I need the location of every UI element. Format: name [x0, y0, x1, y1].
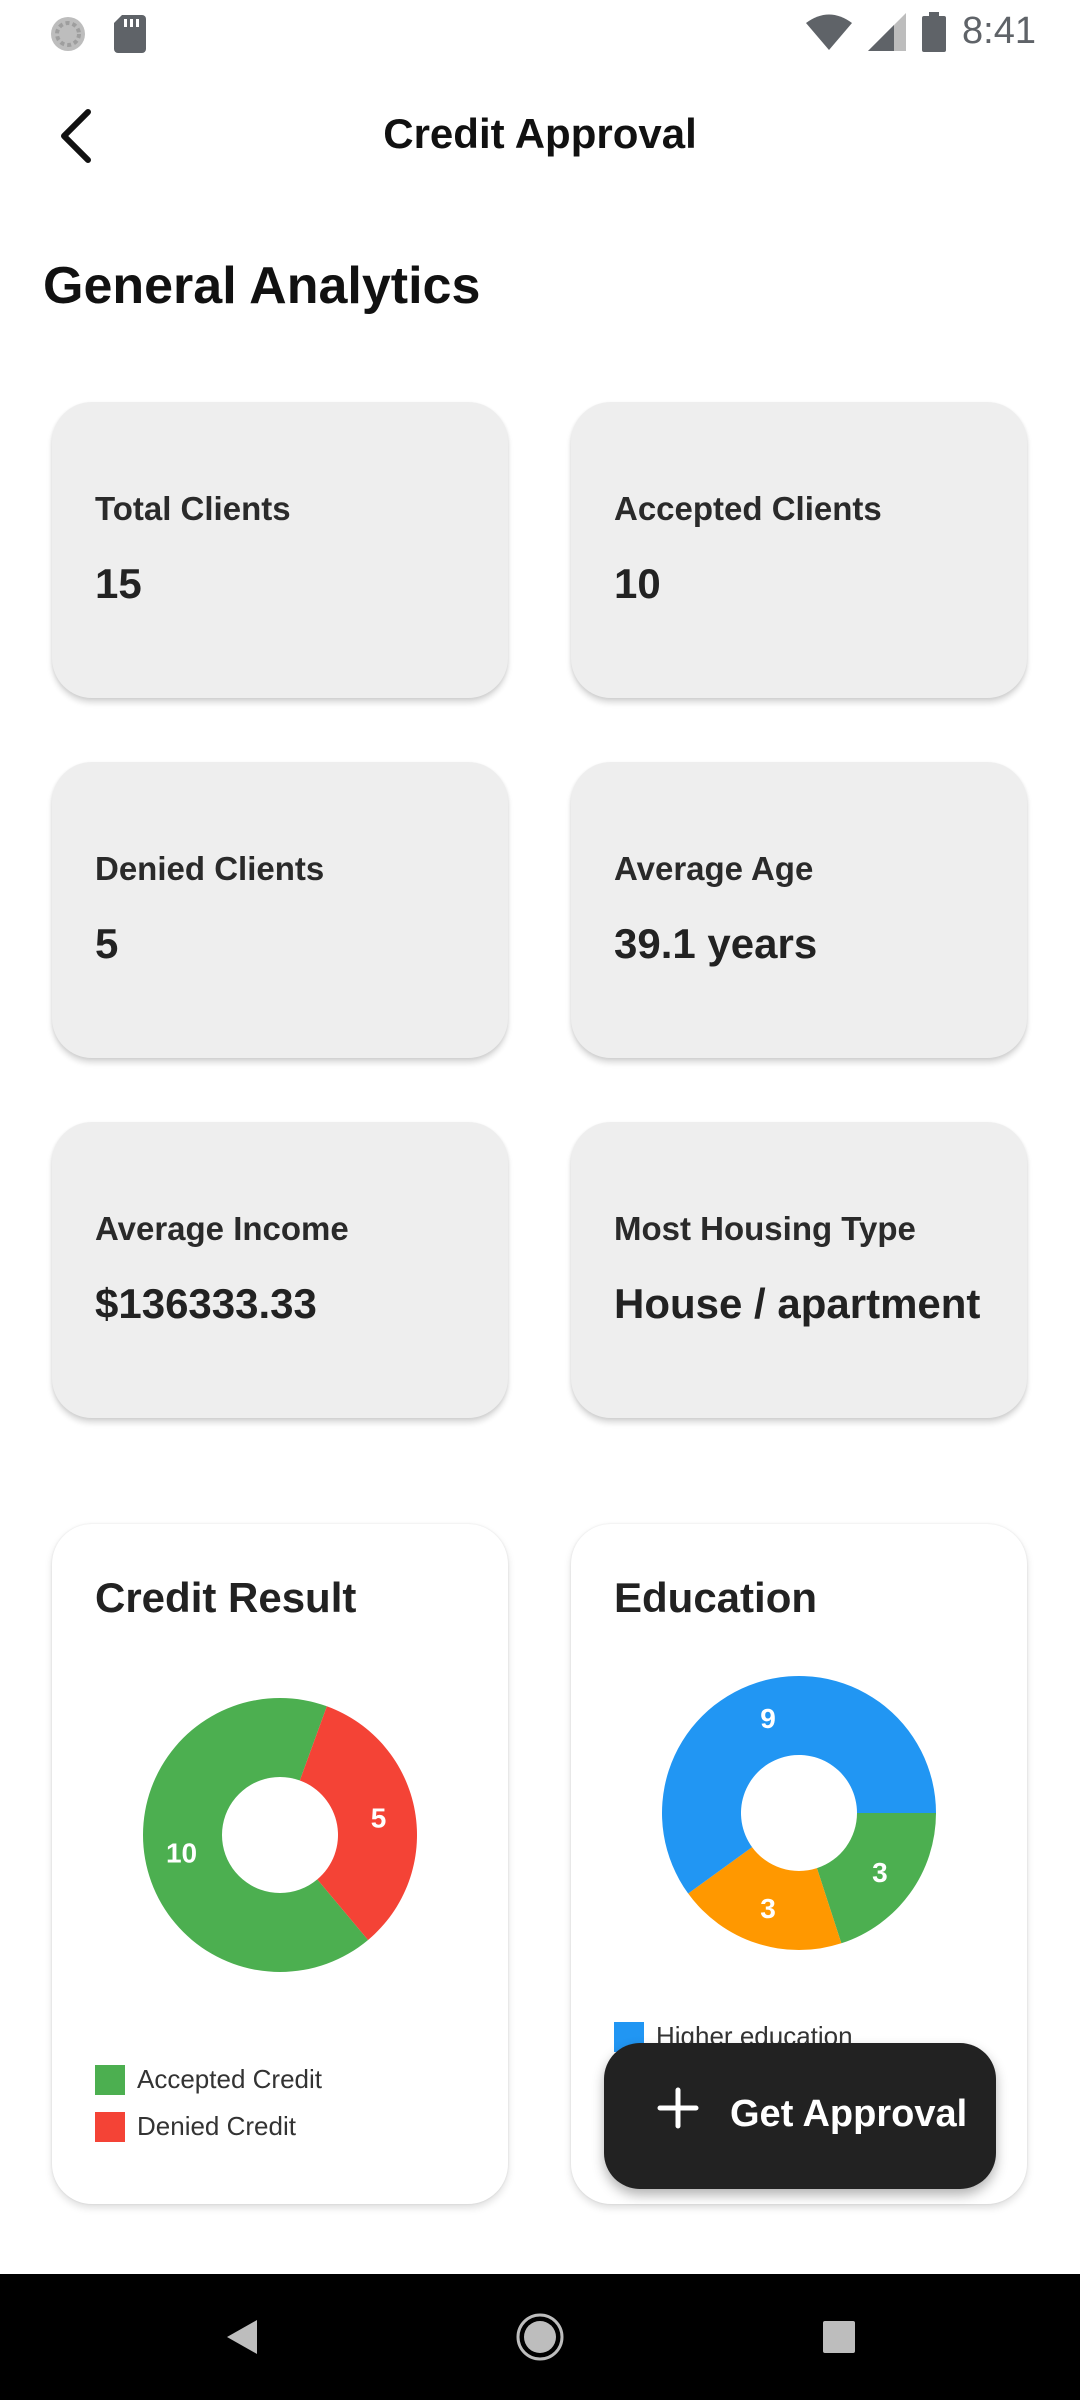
stat-card-most-housing-type: Most Housing Type House / apartment	[571, 1122, 1027, 1418]
battery-icon	[922, 11, 947, 52]
stat-value: House / apartment	[614, 1280, 981, 1327]
status-bar: 8:41	[0, 0, 1080, 64]
square-recents-icon	[823, 2321, 855, 2353]
stat-card-average-income: Average Income $136333.33	[52, 1122, 508, 1418]
legend-item-denied: Denied Credit	[95, 2111, 322, 2142]
stat-label: Average Income	[95, 1210, 349, 1247]
sd-card-icon	[114, 15, 146, 53]
legend-swatch	[95, 2111, 125, 2142]
legend-label: Accepted Credit	[137, 2064, 322, 2094]
stat-label: Total Clients	[95, 490, 291, 527]
stat-value: 10	[614, 560, 661, 607]
donut-slice-label: 3	[872, 1857, 888, 1888]
stat-card-denied-clients: Denied Clients 5	[52, 762, 508, 1058]
stat-card-average-age: Average Age 39.1 years	[571, 762, 1027, 1058]
app-bar: Credit Approval	[0, 80, 1080, 192]
triangle-back-icon	[227, 2320, 257, 2354]
stat-card-total-clients: Total Clients 15	[52, 402, 508, 698]
nav-home-button[interactable]	[507, 2304, 573, 2370]
home-circle-icon	[516, 2313, 564, 2361]
section-title: General Analytics	[43, 257, 481, 315]
status-time: 8:41	[962, 10, 1036, 52]
system-nav-bar	[0, 2274, 1080, 2400]
get-approval-button[interactable]: Get Approval	[604, 2043, 996, 2189]
donut-slice-label: 5	[371, 1803, 387, 1834]
donut-slice-label: 9	[760, 1703, 776, 1734]
screen: 8:41 Credit Approval General Analytics T…	[0, 0, 1080, 2400]
donut-slice-label: 3	[760, 1893, 776, 1924]
stat-value: $136333.33	[95, 1280, 317, 1327]
plus-icon	[657, 2087, 699, 2129]
stat-value: 39.1 years	[614, 920, 818, 967]
stat-value: 15	[95, 560, 142, 607]
wifi-icon	[806, 14, 853, 50]
chart-legend: Accepted Credit Denied Credit	[95, 2064, 322, 2142]
signal-icon	[868, 12, 907, 51]
nav-recents-button[interactable]	[806, 2304, 872, 2370]
stat-value: 5	[95, 920, 119, 967]
chart-card-credit-result: Credit Result 10 5 Accepted Credit Denied…	[52, 1524, 508, 2204]
donut-slice-label: 10	[166, 1837, 197, 1868]
stat-label: Accepted Clients	[614, 490, 882, 527]
legend-item-accepted: Accepted Credit	[95, 2064, 322, 2095]
stat-card-accepted-clients: Accepted Clients 10	[571, 402, 1027, 698]
nav-back-button[interactable]	[208, 2304, 274, 2370]
legend-label: Denied Credit	[137, 2111, 296, 2141]
stat-label: Denied Clients	[95, 850, 325, 887]
sync-icon	[51, 17, 85, 51]
stat-label: Most Housing Type	[614, 1210, 916, 1247]
stat-label: Average Age	[614, 850, 814, 887]
legend-swatch	[95, 2064, 125, 2095]
fab-label: Get Approval	[730, 2093, 968, 2135]
page-title: Credit Approval	[383, 110, 697, 157]
